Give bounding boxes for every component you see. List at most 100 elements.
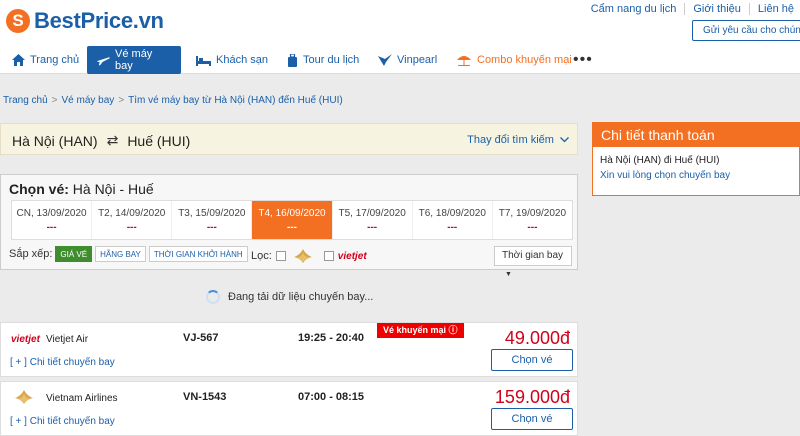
sort-row: Sắp xếp: GIÁ VÉ HÃNG BAY THỜI GIAN KHỞI … [9, 246, 248, 262]
nav-flights-label: Vé máy bay [115, 48, 153, 72]
nav-home-label: Trang chủ [30, 54, 80, 66]
spinner-icon [206, 290, 220, 304]
flight-detail-link[interactable]: [ + ] Chi tiết chuyến bay [10, 416, 115, 427]
bestprice-logo[interactable]: S BestPrice.vn [6, 8, 164, 34]
vietnam-airlines-logo-icon [15, 390, 33, 404]
date-label: T3, 15/09/2020 [178, 208, 246, 219]
nav-flights[interactable]: Vé máy bay [87, 46, 181, 74]
payment-details-panel: Chi tiết thanh toán Hà Nội (HAN) đi Huế … [592, 122, 800, 196]
main-nav: Trang chủ Vé máy bay Khách sạn Tour du l… [0, 46, 800, 74]
date-option[interactable]: T7, 19/09/2020 --- [493, 201, 572, 239]
top-links: Cẩm nang du lịch Giới thiệu Liên hệ [591, 3, 794, 15]
payment-route: Hà Nội (HAN) đi Huế (HUI) [600, 155, 720, 166]
date-price: --- [367, 222, 378, 233]
airline-name: Vietjet Air [46, 334, 89, 345]
nav-tours[interactable]: Tour du lịch [287, 46, 359, 74]
date-option[interactable]: T3, 15/09/2020 --- [172, 201, 253, 239]
select-ticket-button[interactable]: Chọn vé [491, 408, 573, 430]
flight-detail-link[interactable]: [ + ] Chi tiết chuyến bay [10, 357, 115, 368]
support-request-button[interactable]: Gửi yêu cầu cho chúng tôi [692, 20, 800, 41]
vietjet-logo: vietjet [11, 334, 40, 345]
home-icon [12, 54, 25, 66]
flight-price: 159.000đ [494, 387, 570, 407]
payment-hint: Xin vui lòng chọn chuyến bay [600, 170, 731, 181]
bed-icon [196, 55, 211, 66]
airline-filter: Lọc: vietjet [251, 247, 367, 265]
sort-time-label: Thời gian bay [502, 250, 564, 261]
change-search-link[interactable]: Thay đổi tìm kiếm [467, 134, 569, 146]
route-to: Huế (HUI) [127, 132, 191, 149]
loading-text: Đang tải dữ liệu chuyến bay... [228, 291, 374, 303]
luggage-icon [288, 53, 297, 67]
plane-icon [97, 57, 111, 66]
breadcrumb-current[interactable]: Tìm vé máy bay từ Hà Nội (HAN) đến Huế (… [128, 95, 343, 106]
date-option[interactable]: T6, 18/09/2020 --- [413, 201, 493, 239]
flight-time: 07:00 - 08:15 [298, 391, 365, 403]
breadcrumb-flights[interactable]: Vé máy bay [62, 95, 115, 106]
promo-label: Vé khuyến mại [383, 325, 447, 335]
date-price: --- [46, 222, 57, 233]
route-text: Hà Nội (HAN) ⇄ Huế (HUI) [12, 132, 190, 149]
date-label: CN, 13/09/2020 [16, 208, 87, 219]
date-price: --- [527, 222, 538, 233]
filter-vietjet-checkbox[interactable] [323, 251, 334, 261]
nav-vinpearl[interactable]: Vinpearl [378, 46, 437, 74]
date-label: T7, 19/09/2020 [498, 208, 567, 219]
sort-label: Sắp xếp: [9, 248, 53, 260]
nav-more-icon[interactable]: ••• [573, 46, 593, 74]
date-label: T6, 18/09/2020 [418, 208, 486, 219]
sort-airline-button[interactable]: HÃNG BAY [95, 246, 146, 262]
loading-indicator: Đang tải dữ liệu chuyến bay... [206, 290, 373, 304]
airline-name: Vietnam Airlines [46, 393, 118, 404]
flight-time: 19:25 - 20:40 [298, 332, 365, 344]
date-option[interactable]: T5, 17/09/2020 --- [333, 201, 413, 239]
vinpearl-icon [378, 54, 392, 66]
date-price: --- [286, 222, 297, 233]
date-price: --- [206, 222, 217, 233]
flight-row: Vietnam Airlines VN-1543 07:00 - 08:15 1… [0, 381, 578, 436]
breadcrumb: Trang chủ > Vé máy bay > Tìm vé máy bay từ H… [3, 95, 343, 106]
route-summary: Hà Nội (HAN) ⇄ Huế (HUI) Thay đổi tìm ki… [0, 123, 578, 155]
nav-home[interactable]: Trang chủ [12, 46, 79, 74]
sort-departure-button[interactable]: THỜI GIAN KHỞI HÀNH [148, 246, 248, 262]
change-search-label: Thay đổi tìm kiếm [467, 134, 554, 146]
date-option[interactable]: T2, 14/09/2020 --- [92, 201, 173, 239]
logo-text: BestPrice.vn [34, 8, 164, 33]
nav-combo-label: Combo khuyến mại [477, 54, 572, 66]
choose-title: Chọn vé: Hà Nội - Huế [9, 181, 154, 197]
flight-price: 49.000đ [504, 328, 570, 348]
vietjet-logo: vietjet [337, 250, 367, 262]
date-label: T5, 17/09/2020 [338, 208, 406, 219]
nav-hotels-label: Khách sạn [216, 54, 268, 66]
flight-number: VN-1543 [183, 391, 227, 403]
logo-mark-icon: S [6, 9, 30, 33]
filter-vna-checkbox[interactable] [275, 251, 286, 261]
route-from: Hà Nội (HAN) [12, 132, 98, 149]
nav-tours-label: Tour du lịch [303, 54, 360, 66]
payment-title: Chi tiết thanh toán [593, 123, 799, 147]
date-price: --- [447, 222, 458, 233]
date-label: T2, 14/09/2020 [98, 208, 166, 219]
vietnam-airlines-logo-icon [293, 249, 312, 263]
caret-down-icon: ▼ [505, 271, 512, 278]
link-guide[interactable]: Cẩm nang du lịch [591, 3, 677, 15]
link-about[interactable]: Giới thiệu [693, 3, 741, 15]
sort-price-button[interactable]: GIÁ VÉ [55, 246, 93, 262]
select-ticket-button[interactable]: Chọn vé [491, 349, 573, 371]
nav-combo[interactable]: Combo khuyến mại [456, 46, 572, 74]
nav-hotels[interactable]: Khách sạn [196, 46, 268, 74]
date-option[interactable]: CN, 13/09/2020 --- [12, 201, 93, 239]
date-option-selected[interactable]: T4, 16/09/2020 --- [252, 201, 333, 239]
date-selector: CN, 13/09/2020 --- T2, 14/09/2020 --- T3, … [11, 200, 573, 240]
divider [684, 3, 686, 15]
link-contact[interactable]: Liên hệ [758, 3, 794, 15]
sort-time-select[interactable]: Thời gian bay ▼ [494, 246, 572, 278]
choose-label: Chọn vé: [9, 181, 69, 197]
chevron-down-icon [560, 137, 569, 143]
top-header: S BestPrice.vn Cẩm nang du lịch Giới thi… [0, 0, 800, 46]
divider [748, 3, 750, 15]
date-label: T4, 16/09/2020 [258, 208, 326, 219]
flight-row: vietjet Vietjet Air VJ-567 19:25 - 20:40… [0, 322, 578, 377]
choose-ticket-panel: Chọn vé: Hà Nội - Huế CN, 13/09/2020 --- … [0, 174, 578, 278]
breadcrumb-home[interactable]: Trang chủ [3, 95, 48, 106]
